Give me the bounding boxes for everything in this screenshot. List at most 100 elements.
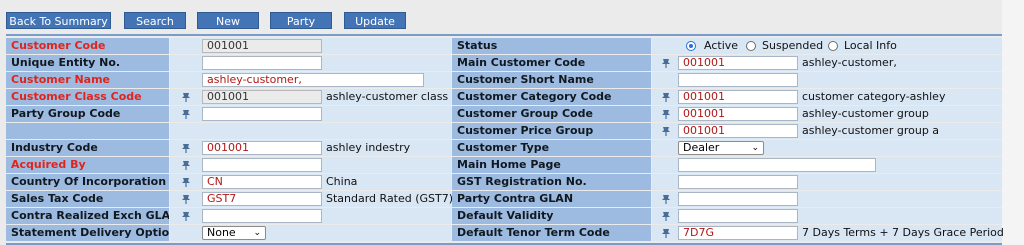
toolbar: Back To Summary Search New Party Update [0,12,1000,29]
form-row: Customer Class Code 001001 ashley-custom… [6,89,1002,106]
statement-delivery-option-cell: None ⌄ [170,225,451,241]
customer-price-group-label: Customer Price Group [452,123,651,139]
lookup-pin-icon[interactable] [660,57,672,69]
customer-short-name-label: Customer Short Name [452,72,651,88]
search-button[interactable]: Search [124,12,186,29]
gst-registration-no-label: GST Registration No. [452,174,651,190]
form-row: Unique Entity No. Main Customer Code 001… [6,55,1002,72]
customer-type-value: Dealer [683,141,720,154]
party-contra-glan-field[interactable] [678,192,798,206]
form-row: Customer Name ashley-customer, Customer … [6,72,1002,89]
lookup-pin-icon[interactable] [180,176,192,188]
customer-category-code-description: customer category-ashley [802,90,946,103]
customer-code-label: Customer Code [6,38,169,54]
customer-category-code-field[interactable]: 001001 [678,90,798,104]
customer-category-code-cell: 001001 customer category-ashley [652,89,1002,105]
customer-short-name-field[interactable] [678,73,798,87]
acquired-by-label: Acquired By [6,157,169,173]
customer-class-code-field[interactable]: 001001 [202,90,322,104]
status-active-label: Active [704,39,739,52]
lookup-pin-icon[interactable] [180,108,192,120]
form-row: Industry Code 001001 ashley indestry Cus… [6,140,1002,157]
lookup-pin-icon[interactable] [660,125,672,137]
lookup-pin-icon[interactable] [660,227,672,239]
empty-label [6,123,169,139]
default-tenor-term-code-field[interactable]: 7D7G [678,226,798,240]
default-validity-field[interactable] [678,209,798,223]
sales-tax-code-description: Standard Rated (GST7) [326,192,454,205]
statement-delivery-option-value: None [207,226,236,239]
update-button[interactable]: Update [344,12,406,29]
lookup-pin-icon[interactable] [180,142,192,154]
form-row: Customer Code 001001 Status Active Suspe… [6,38,1002,55]
window-gutter [1002,0,1024,245]
status-suspended-label: Suspended [762,39,824,52]
form-row: Contra Realized Exch GLAN Default Validi… [6,208,1002,225]
customer-group-code-description: ashley-customer group [802,107,929,120]
status-suspended-radio[interactable] [746,41,756,51]
back-to-summary-button[interactable]: Back To Summary [6,12,111,29]
lookup-pin-icon[interactable] [180,210,192,222]
sales-tax-code-field[interactable]: GST7 [202,192,322,206]
statement-delivery-option-select[interactable]: None ⌄ [202,226,266,240]
contra-realized-exch-glan-field[interactable] [202,209,322,223]
form-top-border [6,34,1002,36]
contra-realized-exch-glan-cell [170,208,451,224]
status-cell: Active Suspended Local Info [652,38,1002,54]
statement-delivery-option-label: Statement Delivery Option [6,225,169,241]
industry-code-description: ashley indestry [326,141,411,154]
industry-code-field[interactable]: 001001 [202,141,322,155]
customer-class-code-label: Customer Class Code [6,89,169,105]
unique-entity-no-cell [170,55,451,71]
customer-class-code-cell: 001001 ashley-customer class [170,89,451,105]
default-tenor-term-code-label: Default Tenor Term Code [452,225,651,241]
status-local-info-radio[interactable] [828,41,838,51]
acquired-by-cell [170,157,451,173]
customer-group-code-field[interactable]: 001001 [678,107,798,121]
lookup-pin-icon[interactable] [660,210,672,222]
new-button[interactable]: New [197,12,259,29]
gst-registration-no-field[interactable] [678,175,798,189]
unique-entity-no-label: Unique Entity No. [6,55,169,71]
customer-price-group-description: ashley-customer group a [802,124,940,137]
lookup-pin-icon[interactable] [180,91,192,103]
main-customer-code-label: Main Customer Code [452,55,651,71]
form-row: Country Of Incorporation CN China GST Re… [6,174,1002,191]
gst-registration-no-cell [652,174,1002,190]
unique-entity-no-field[interactable] [202,56,322,70]
status-active-radio[interactable] [686,41,696,51]
acquired-by-field[interactable] [202,158,322,172]
customer-name-field[interactable]: ashley-customer, [202,73,424,87]
default-tenor-term-code-description: 7 Days Terms + 7 Days Grace Period [802,226,1004,239]
customer-price-group-field[interactable]: 001001 [678,124,798,138]
main-home-page-cell [652,157,1002,173]
status-local-info-label: Local Info [844,39,897,52]
customer-category-code-label: Customer Category Code [452,89,651,105]
form-row: Party Group Code Customer Group Code 001… [6,106,1002,123]
customer-type-label: Customer Type [452,140,651,156]
default-tenor-term-code-cell: 7D7G 7 Days Terms + 7 Days Grace Period [652,225,1004,241]
lookup-pin-icon[interactable] [180,193,192,205]
status-label: Status [452,38,651,54]
party-group-code-field[interactable] [202,107,322,121]
country-of-incorporation-label: Country Of Incorporation [6,174,169,190]
contra-realized-exch-glan-label: Contra Realized Exch GLAN [6,208,169,224]
default-validity-cell [652,208,1002,224]
lookup-pin-icon[interactable] [660,193,672,205]
country-of-incorporation-field[interactable]: CN [202,175,322,189]
customer-price-group-cell: 001001 ashley-customer group a [652,123,1002,139]
customer-group-code-label: Customer Group Code [452,106,651,122]
main-customer-code-description: ashley-customer, [802,56,897,69]
lookup-pin-icon[interactable] [660,108,672,120]
party-button[interactable]: Party [270,12,332,29]
customer-code-cell: 001001 [170,38,451,54]
form-row: Statement Delivery Option None ⌄ Default… [6,225,1004,242]
customer-name-cell: ashley-customer, [170,72,451,88]
party-group-code-label: Party Group Code [6,106,169,122]
main-home-page-field[interactable] [678,158,876,172]
main-customer-code-field[interactable]: 001001 [678,56,798,70]
customer-code-field[interactable]: 001001 [202,39,322,53]
lookup-pin-icon[interactable] [660,91,672,103]
lookup-pin-icon[interactable] [180,159,192,171]
customer-type-select[interactable]: Dealer ⌄ [678,141,764,155]
